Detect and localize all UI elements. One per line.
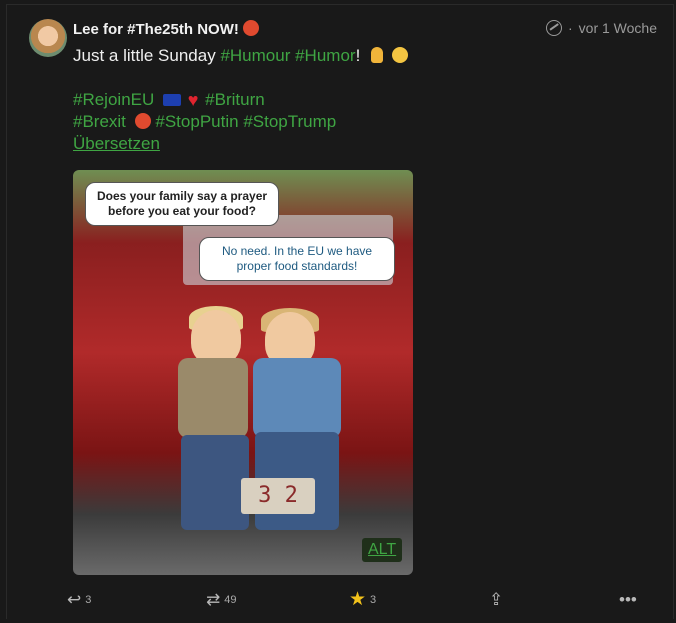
alt-text-button[interactable]: ALT	[362, 538, 403, 562]
globe-icon	[545, 20, 562, 36]
hashtag-link[interactable]: #Brexit	[73, 112, 126, 131]
child-right-body	[253, 358, 341, 438]
reply-button[interactable]: ↩ 3	[67, 591, 91, 608]
share-icon: ⇪	[489, 590, 504, 609]
child-left-legs	[181, 435, 249, 530]
favourite-count: 3	[370, 593, 377, 606]
speech-bubble-question: Does your family say a prayer before you…	[85, 182, 279, 226]
reply-count: 3	[85, 593, 92, 606]
pointing-down-emoji-icon	[371, 47, 384, 63]
speech-bubble-answer: No need. In the EU we have proper food s…	[199, 237, 395, 281]
boost-button[interactable]: ⇄ 49	[206, 591, 237, 608]
media-attachment[interactable]: Does your family say a prayer before you…	[73, 170, 413, 575]
meta-separator: ·	[567, 20, 573, 36]
more-button[interactable]: •••	[619, 591, 637, 608]
hashtag-link[interactable]: #Briturn	[205, 90, 265, 109]
child-left-body	[178, 358, 248, 438]
share-button[interactable]: ⇪	[489, 591, 503, 608]
angry-face-emoji-icon	[242, 20, 259, 36]
child-left-head	[191, 310, 241, 365]
license-plate: 3 2	[241, 478, 315, 514]
hashtag-link[interactable]: #StopTrump	[243, 112, 336, 131]
content-line-2: #RejoinEU ♥ #Briturn	[73, 89, 408, 111]
hashtag-link[interactable]: #Humour	[220, 46, 290, 65]
reply-icon: ↩	[67, 590, 82, 609]
translate-link[interactable]: Übersetzen	[73, 133, 408, 155]
action-bar: ↩ 3 ⇄ 49 ★ 3 ⇪ •••	[7, 587, 673, 615]
post-meta: · vor 1 Woche	[545, 20, 657, 36]
eu-flag-emoji-icon	[163, 94, 181, 106]
author-label: Lee for #The25th NOW!	[73, 21, 239, 38]
content-line-3: #Brexit #StopPutin #StopTrump	[73, 111, 408, 133]
favourite-button[interactable]: ★ 3	[349, 589, 377, 610]
post-timestamp[interactable]: vor 1 Woche	[579, 20, 657, 36]
hashtag-link[interactable]: #RejoinEU	[73, 90, 154, 109]
boost-count: 49	[224, 593, 237, 606]
more-icon: •••	[619, 590, 637, 609]
author-name[interactable]: Lee for #The25th NOW!	[73, 20, 259, 38]
heart-emoji-icon: ♥	[187, 90, 199, 110]
content-text: Just a little Sunday	[73, 46, 216, 65]
hashtag-link[interactable]: #StopPutin	[155, 112, 238, 131]
boost-icon: ⇄	[206, 590, 221, 609]
post-content: Just a little Sunday #Humour #Humor! #Re…	[73, 45, 408, 155]
content-text: !	[355, 46, 361, 65]
grinning-face-emoji-icon	[391, 47, 408, 63]
star-icon: ★	[349, 589, 367, 610]
hashtag-link[interactable]: #Humor	[295, 46, 355, 65]
status-post: Lee for #The25th NOW! · vor 1 Woche Just…	[6, 4, 674, 619]
angry-face-emoji-icon	[134, 113, 151, 129]
avatar[interactable]	[29, 19, 67, 57]
content-line-1: Just a little Sunday #Humour #Humor!	[73, 45, 408, 67]
